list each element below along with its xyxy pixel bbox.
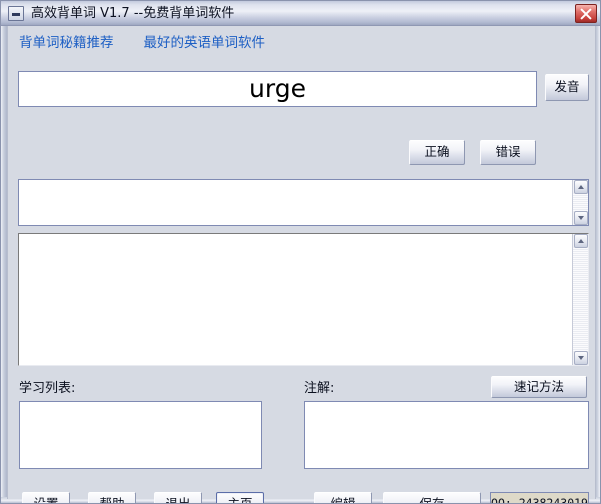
exit-button[interactable]: 退出 — [154, 492, 202, 504]
study-list-label: 学习列表: — [19, 382, 75, 395]
mnemonic-method-button[interactable]: 速记方法 — [491, 376, 587, 398]
close-icon[interactable] — [575, 4, 597, 23]
phonetic-scrollbar-track[interactable] — [573, 194, 588, 211]
study-list-box[interactable] — [19, 401, 262, 469]
window-title: 高效背单词 V1.7 --免费背单词软件 — [31, 7, 234, 20]
wrong-button-label: 错误 — [495, 146, 520, 159]
chevron-up-icon[interactable] — [574, 234, 588, 248]
help-button[interactable]: 帮助 — [88, 492, 136, 504]
exit-button-label: 退出 — [165, 498, 190, 504]
mnemonic-method-button-label: 速记方法 — [514, 381, 564, 394]
meaning-scrollbar[interactable] — [572, 234, 588, 365]
home-button-label: 主页 — [227, 498, 252, 504]
meaning-scrollbar-track[interactable] — [573, 248, 588, 351]
chevron-up-icon[interactable] — [574, 180, 588, 194]
title-bar[interactable]: 高效背单词 V1.7 --免费背单词软件 — [1, 1, 601, 26]
pronounce-button-label: 发音 — [554, 81, 579, 94]
word-display-input[interactable]: urge — [18, 71, 537, 107]
meaning-textarea[interactable] — [18, 233, 589, 366]
promo-link-best-software[interactable]: 最好的英语单词软件 — [144, 37, 266, 51]
edit-button[interactable]: 编辑 — [314, 492, 372, 504]
correct-button[interactable]: 正确 — [409, 140, 465, 165]
qq-contact-field[interactable]: QQ: 2438243019 — [490, 492, 589, 504]
wrong-button[interactable]: 错误 — [480, 140, 536, 165]
note-label: 注解: — [304, 382, 334, 395]
chevron-down-icon[interactable] — [574, 351, 588, 365]
phonetic-textarea[interactable] — [18, 179, 589, 226]
save-button[interactable]: 保存 — [383, 492, 481, 504]
chevron-down-icon[interactable] — [574, 211, 588, 225]
save-button-label: 保存 — [419, 498, 444, 504]
help-button-label: 帮助 — [99, 498, 124, 504]
settings-button[interactable]: 设置 — [22, 492, 70, 504]
edit-button-label: 编辑 — [330, 498, 355, 504]
pronounce-button[interactable]: 发音 — [545, 74, 589, 101]
client-area: 背单词秘籍推荐 最好的英语单词软件 urge 发音 正确 错误 — [7, 26, 596, 499]
correct-button-label: 正确 — [424, 146, 449, 159]
promo-link-mnemonic-recommend[interactable]: 背单词秘籍推荐 — [19, 37, 114, 51]
settings-button-label: 设置 — [33, 498, 58, 504]
note-textarea[interactable] — [304, 401, 589, 469]
window-menu-icon[interactable] — [8, 6, 24, 21]
application-window: 高效背单词 V1.7 --免费背单词软件 背单词秘籍推荐 最好的英语单词软件 u… — [0, 0, 601, 504]
phonetic-scrollbar[interactable] — [572, 180, 588, 225]
promo-link-bar: 背单词秘籍推荐 最好的英语单词软件 — [8, 32, 597, 56]
home-button[interactable]: 主页 — [216, 492, 264, 504]
